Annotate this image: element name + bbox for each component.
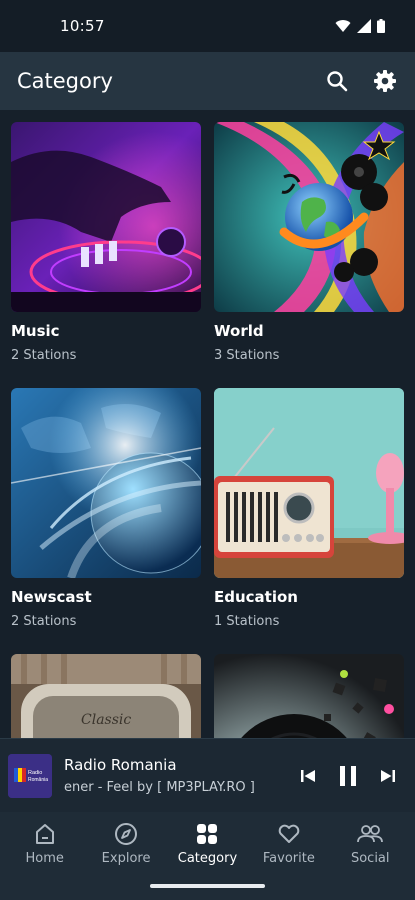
nav-item-category[interactable]: Category xyxy=(167,821,247,866)
page-title: Category xyxy=(17,69,113,93)
nav-label: Social xyxy=(350,850,390,866)
nav-item-favorite[interactable]: Favorite xyxy=(249,821,329,866)
station-logo: Radio România xyxy=(8,753,52,798)
gear-icon xyxy=(374,70,396,92)
nav-label: Home xyxy=(25,850,64,866)
app-bar: Category xyxy=(0,52,415,110)
next-button[interactable] xyxy=(375,763,401,789)
compass-icon xyxy=(115,822,138,845)
pause-icon xyxy=(340,765,356,786)
category-card-world[interactable]: World 3 Stations xyxy=(214,122,404,363)
status-time: 10:57 xyxy=(60,17,105,35)
station-count: 2 Stations xyxy=(11,348,77,363)
search-button[interactable] xyxy=(324,68,350,94)
bottom-navigation: Home Explore Category Favorite Social xyxy=(0,812,415,874)
pause-button[interactable] xyxy=(335,763,361,789)
home-icon xyxy=(35,823,54,844)
nav-item-social[interactable]: Social xyxy=(330,821,410,866)
category-name: Music xyxy=(11,322,60,340)
battery-icon xyxy=(377,19,385,33)
previous-button[interactable] xyxy=(295,763,321,789)
category-icon xyxy=(197,823,218,844)
category-card-vinyl[interactable] xyxy=(214,654,404,738)
category-name: World xyxy=(214,322,264,340)
station-name: Radio Romania xyxy=(64,756,177,774)
station-count: 1 Stations xyxy=(214,614,280,629)
wifi-icon xyxy=(335,20,351,32)
newscast-image xyxy=(11,388,201,578)
nav-label: Favorite xyxy=(262,850,315,866)
nav-label: Explore xyxy=(101,850,151,866)
category-card-education[interactable]: Education 1 Stations xyxy=(214,388,404,629)
nav-item-explore[interactable]: Explore xyxy=(86,821,166,866)
category-name: Education xyxy=(214,588,298,606)
world-image xyxy=(214,122,404,312)
search-icon xyxy=(327,71,348,92)
heart-icon xyxy=(278,824,300,843)
station-logo-text-1: Radio xyxy=(28,770,42,776)
vinyl-image xyxy=(214,654,404,738)
vintage-radio-image: Classic xyxy=(11,654,201,738)
svg-text:Classic: Classic xyxy=(81,712,131,728)
category-card-music[interactable]: Music 2 Stations xyxy=(11,122,201,363)
music-image xyxy=(11,122,201,312)
nav-label: Category xyxy=(177,850,238,866)
station-count: 3 Stations xyxy=(214,348,280,363)
station-logo-text-2: România xyxy=(28,777,48,783)
people-icon xyxy=(357,824,384,842)
skip-previous-icon xyxy=(301,769,315,782)
skip-next-icon xyxy=(381,769,395,782)
status-icons xyxy=(335,19,385,33)
category-name: Newscast xyxy=(11,588,92,606)
gesture-bar xyxy=(0,874,415,900)
nav-item-home[interactable]: Home xyxy=(5,821,85,866)
settings-button[interactable] xyxy=(372,68,398,94)
mini-player[interactable]: Radio România Radio Romania ener - Feel … xyxy=(0,738,415,812)
station-count: 2 Stations xyxy=(11,614,77,629)
category-grid: Music 2 Stations World 3 Stations Newsca… xyxy=(0,110,415,738)
education-image xyxy=(214,388,404,578)
home-indicator[interactable] xyxy=(150,884,265,888)
category-card-newscast[interactable]: Newscast 2 Stations xyxy=(11,388,201,629)
status-bar: 10:57 xyxy=(0,0,415,52)
track-title: ener - Feel by [ MP3PLAY.RO ] xyxy=(64,780,255,795)
now-playing-info: Radio Romania ener - Feel by [ MP3PLAY.R… xyxy=(64,756,295,795)
cellular-signal-icon xyxy=(357,19,371,33)
category-card-vintage-radio[interactable]: Classic xyxy=(11,654,201,738)
